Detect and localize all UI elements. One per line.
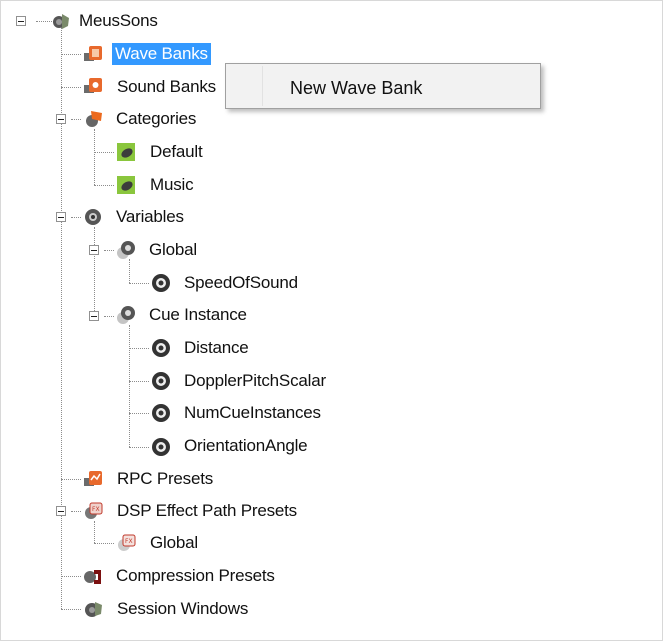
tree-node-numcueinstances[interactable]: NumCueInstances bbox=[181, 402, 324, 424]
variables-icon bbox=[83, 207, 103, 227]
sound-bank-icon bbox=[83, 76, 103, 96]
speaker-project-icon bbox=[51, 11, 71, 31]
tree-line bbox=[94, 543, 114, 544]
collapse-toggle-dsp-presets[interactable] bbox=[56, 506, 66, 516]
project-tree-panel: MeusSons Wave Banks Sound Banks Categori… bbox=[0, 0, 663, 641]
tree-node-compression-presets[interactable]: Compression Presets bbox=[113, 565, 278, 587]
tree-node-sound-banks[interactable]: Sound Banks bbox=[114, 76, 219, 98]
tree-line bbox=[94, 521, 95, 543]
tree-node-global[interactable]: Global bbox=[146, 239, 200, 261]
collapse-toggle-meussons[interactable] bbox=[16, 16, 26, 26]
tree-node-session-windows[interactable]: Session Windows bbox=[114, 598, 251, 620]
tree-line bbox=[129, 325, 130, 447]
tree-node-variables[interactable]: Variables bbox=[113, 206, 187, 228]
variable-icon bbox=[151, 403, 171, 423]
tree-line bbox=[129, 348, 149, 349]
tree-line bbox=[71, 511, 81, 512]
tree-line bbox=[94, 227, 95, 317]
tree-node-dopplerpitchscalar[interactable]: DopplerPitchScalar bbox=[181, 370, 329, 392]
tree-node-speedofsound[interactable]: SpeedOfSound bbox=[181, 272, 301, 294]
rpc-presets-icon bbox=[83, 469, 103, 489]
tree-node-meussons[interactable]: MeusSons bbox=[76, 10, 161, 32]
collapse-toggle-categories[interactable] bbox=[56, 114, 66, 124]
dsp-presets-icon: FX bbox=[83, 501, 103, 521]
tree-line bbox=[129, 447, 149, 448]
variable-group-icon bbox=[116, 305, 136, 325]
variable-icon bbox=[151, 437, 171, 457]
svg-text:FX: FX bbox=[125, 538, 133, 545]
context-menu: New Wave Bank bbox=[225, 63, 541, 109]
category-icon bbox=[116, 142, 136, 162]
tree-line bbox=[61, 609, 81, 610]
tree-node-dsp-effect-path-presets[interactable]: DSP Effect Path Presets bbox=[114, 500, 300, 522]
tree-node-wave-banks[interactable]: Wave Banks bbox=[112, 43, 211, 65]
tree-line bbox=[129, 381, 149, 382]
variable-icon bbox=[151, 273, 171, 293]
tree-line bbox=[61, 479, 81, 480]
tree-node-distance[interactable]: Distance bbox=[181, 337, 252, 359]
tree-line bbox=[71, 119, 81, 120]
categories-icon bbox=[83, 109, 103, 129]
dsp-preset-icon: FX bbox=[116, 533, 136, 553]
tree-node-orientationangle[interactable]: OrientationAngle bbox=[181, 435, 310, 457]
tree-line bbox=[104, 250, 114, 251]
collapse-toggle-global[interactable] bbox=[89, 245, 99, 255]
tree-line bbox=[129, 413, 149, 414]
collapse-toggle-cue-instance[interactable] bbox=[89, 311, 99, 321]
menu-item-label: New Wave Bank bbox=[290, 78, 423, 98]
tree-line bbox=[71, 217, 81, 218]
menu-gutter bbox=[262, 66, 263, 106]
tree-node-music[interactable]: Music bbox=[147, 174, 196, 196]
svg-text:FX: FX bbox=[92, 506, 100, 513]
collapse-toggle-variables[interactable] bbox=[56, 212, 66, 222]
tree-line bbox=[61, 576, 81, 577]
tree-line bbox=[94, 152, 114, 153]
tree-line bbox=[61, 87, 81, 88]
tree-node-default[interactable]: Default bbox=[147, 141, 205, 163]
tree-line bbox=[94, 185, 114, 186]
menu-item-new-wave-bank[interactable]: New Wave Bank bbox=[228, 66, 538, 106]
tree-line bbox=[104, 316, 114, 317]
tree-line bbox=[61, 54, 81, 55]
category-icon bbox=[116, 175, 136, 195]
variable-icon bbox=[151, 338, 171, 358]
session-windows-icon bbox=[83, 599, 103, 619]
tree-line bbox=[129, 259, 130, 283]
tree-node-categories[interactable]: Categories bbox=[113, 108, 199, 130]
compression-presets-icon bbox=[83, 566, 103, 586]
tree-node-rpc-presets[interactable]: RPC Presets bbox=[114, 468, 216, 490]
tree-line bbox=[129, 283, 149, 284]
tree-node-cue-instance[interactable]: Cue Instance bbox=[146, 304, 250, 326]
wave-bank-icon bbox=[83, 44, 103, 64]
tree-line bbox=[36, 21, 52, 22]
variable-group-icon bbox=[116, 240, 136, 260]
tree-line bbox=[94, 129, 95, 185]
tree-node-dsp-global[interactable]: Global bbox=[147, 532, 201, 554]
variable-icon bbox=[151, 371, 171, 391]
